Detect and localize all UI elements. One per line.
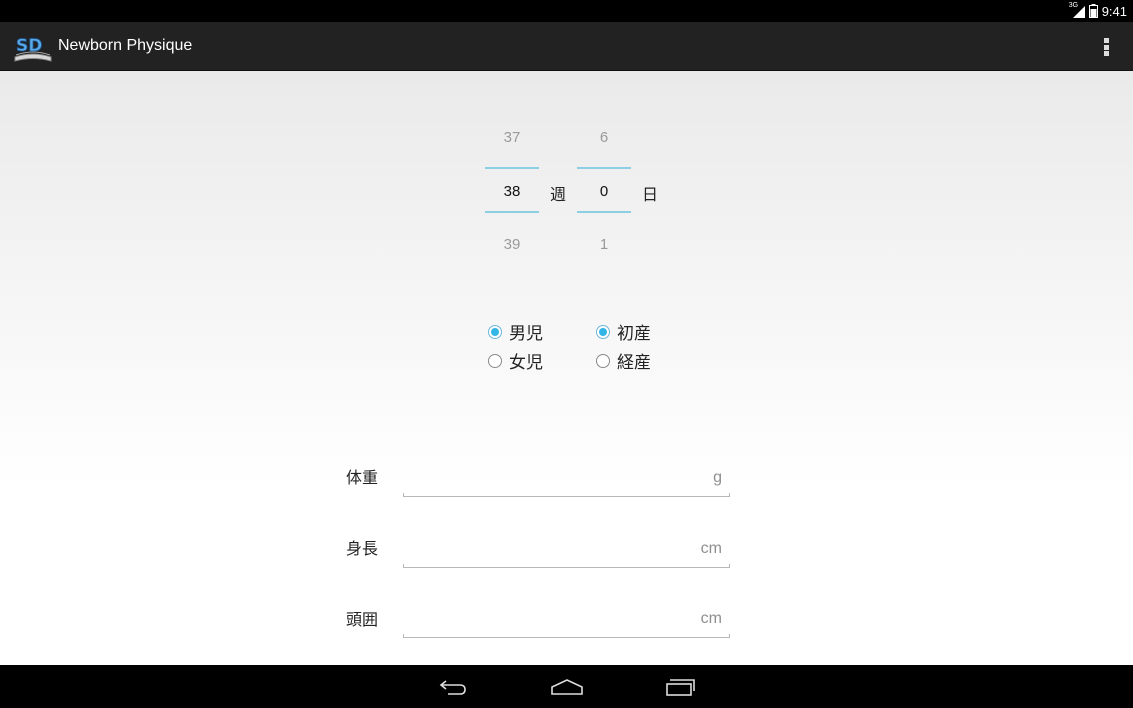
days-prev[interactable]: 6 (575, 129, 633, 146)
overflow-menu-icon[interactable] (1099, 34, 1113, 60)
status-icons: 3G 9:41 (1069, 2, 1127, 20)
weeks-next[interactable]: 39 (483, 236, 541, 253)
radio-multipara-indicator[interactable] (596, 353, 610, 368)
height-field-container (403, 534, 730, 568)
main-content: 37 38 39 週 6 0 1 日 男児 女児 初産 経産 体重 身長 (0, 71, 1133, 665)
status-time: 9:41 (1101, 3, 1127, 19)
battery-icon (1088, 4, 1098, 18)
head-circumference-input[interactable] (403, 604, 730, 634)
radio-primipara-label: 初産 (617, 324, 651, 344)
weeks-prev[interactable]: 37 (483, 129, 541, 146)
navigation-bar (0, 665, 1133, 708)
radio-primipara-indicator[interactable] (596, 324, 610, 339)
input-underline (403, 634, 730, 638)
picker-divider (485, 167, 539, 169)
status-bar: 3G 9:41 (0, 0, 1133, 22)
days-unit: 日 (642, 185, 659, 204)
radio-multipara[interactable]: 経産 (596, 348, 651, 373)
app-title: Newborn Physique (58, 37, 193, 54)
sd-app-icon[interactable]: SD (13, 31, 53, 63)
days-current[interactable]: 0 (575, 183, 633, 200)
head-circumference-label: 頭囲 (346, 610, 379, 629)
radio-male-indicator[interactable] (488, 324, 502, 339)
input-underline (403, 493, 730, 497)
radio-primipara[interactable]: 初産 (596, 319, 651, 344)
radio-male-label: 男児 (509, 324, 543, 344)
radio-female[interactable]: 女児 (488, 348, 543, 373)
head-circumference-field-container (403, 604, 730, 638)
picker-divider (577, 167, 631, 169)
height-input[interactable] (403, 534, 730, 564)
weight-label: 体重 (346, 468, 379, 487)
weeks-current[interactable]: 38 (483, 183, 541, 200)
radio-male[interactable]: 男児 (488, 319, 543, 344)
action-bar: SD Newborn Physique (0, 22, 1133, 71)
radio-female-indicator[interactable] (488, 353, 502, 368)
radio-female-label: 女児 (509, 353, 543, 373)
input-underline (403, 564, 730, 568)
picker-divider (577, 211, 631, 213)
recents-icon[interactable] (660, 673, 700, 701)
radio-multipara-label: 経産 (617, 353, 651, 373)
weight-input[interactable] (403, 463, 730, 493)
back-icon[interactable] (433, 673, 473, 701)
weight-field-container (403, 463, 730, 497)
picker-divider (485, 211, 539, 213)
height-label: 身長 (346, 539, 379, 558)
home-icon[interactable] (547, 673, 587, 701)
weeks-unit: 週 (550, 185, 567, 204)
days-next[interactable]: 1 (575, 236, 633, 253)
signal-icon: 3G (1069, 2, 1085, 18)
svg-text:SD: SD (16, 36, 42, 56)
